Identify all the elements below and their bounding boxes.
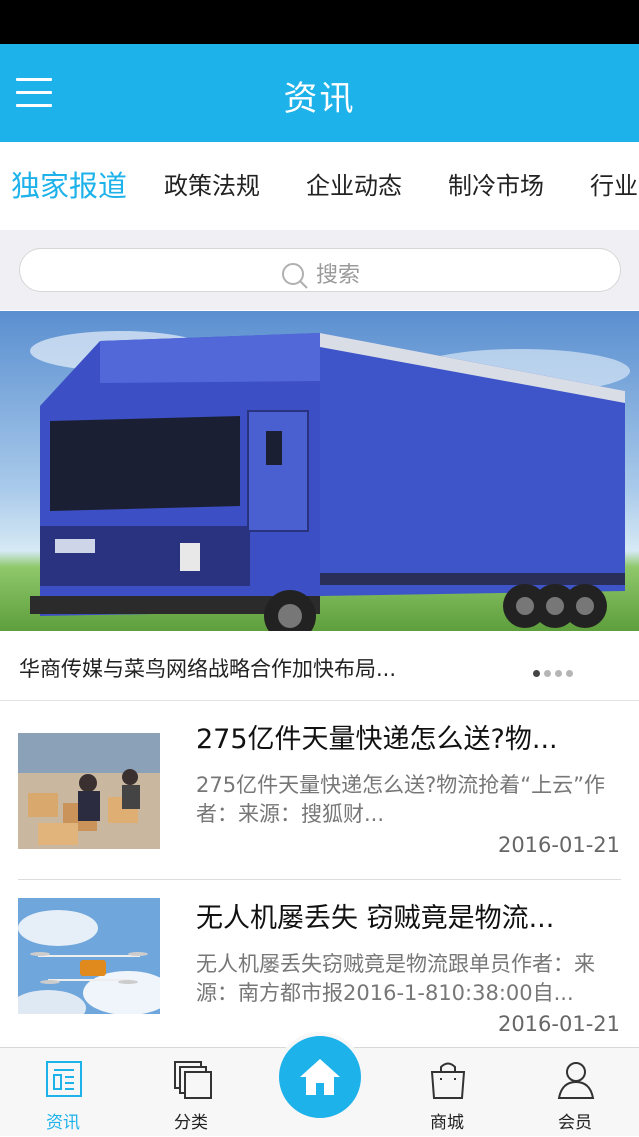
tab-company-news[interactable]: 企业动态	[306, 166, 402, 201]
tab-policy[interactable]: 政策法规	[164, 166, 260, 201]
news-title: 无人机屡丢失 窃贼竟是物流...	[196, 903, 555, 934]
tabbar-member[interactable]: 会员	[530, 1048, 620, 1137]
news-title: 275亿件天量快递怎么送?物...	[196, 724, 558, 755]
parcels-photo	[18, 733, 160, 849]
search-area: 搜索	[0, 230, 639, 310]
tab-industry[interactable]: 行业	[590, 166, 638, 201]
user-icon	[557, 1062, 595, 1099]
carousel-dot[interactable]	[566, 670, 573, 677]
tabbar-label: 资讯	[46, 1113, 80, 1133]
search-input[interactable]: 搜索	[19, 248, 621, 292]
banner-caption[interactable]: 华商传媒与菜鸟网络战略合作加快布局...	[0, 631, 639, 701]
news-list-item[interactable]: 275亿件天量快递怎么送?物... 275亿件天量快递怎么送?物流抢着“上云”作…	[0, 701, 639, 879]
carousel-dot[interactable]	[544, 670, 551, 677]
tabbar-label: 分类	[174, 1113, 208, 1133]
home-button[interactable]	[275, 1032, 365, 1122]
carousel-indicator	[529, 662, 573, 681]
page-title: 资讯	[283, 79, 356, 119]
carousel-dot[interactable]	[555, 670, 562, 677]
tabbar-label: 会员	[558, 1113, 592, 1133]
home-icon	[300, 1059, 340, 1095]
tabbar-news[interactable]: 资讯	[18, 1048, 108, 1137]
banner-caption-text: 华商传媒与菜鸟网络战略合作加快布局...	[19, 657, 397, 681]
news-icon	[46, 1061, 82, 1097]
news-thumbnail	[18, 898, 160, 1014]
search-placeholder: 搜索	[315, 263, 360, 288]
drone-photo	[18, 898, 160, 1014]
news-summary: 275亿件天量快递怎么送?物流抢着“上云”作者：来源：搜狐财...	[196, 773, 605, 826]
news-date: 2016-01-21	[497, 833, 620, 857]
news-date: 2016-01-21	[497, 1012, 620, 1036]
app-header: 资讯	[0, 44, 639, 142]
shopping-bag-icon	[430, 1062, 466, 1099]
tabbar-category[interactable]: 分类	[146, 1048, 236, 1137]
category-icon	[174, 1061, 212, 1099]
carousel-dot[interactable]	[533, 670, 540, 677]
banner-image-truck[interactable]	[0, 311, 639, 631]
news-summary: 无人机屡丢失窃贼竟是物流跟单员作者：来源：南方都市报2016-1-810:38:…	[196, 952, 595, 1005]
tabbar-mall[interactable]: 商城	[402, 1048, 492, 1137]
search-icon	[281, 263, 308, 289]
status-bar	[0, 0, 639, 44]
tab-refrigeration-market[interactable]: 制冷市场	[448, 166, 544, 201]
news-thumbnail	[18, 733, 160, 849]
category-tabs: 独家报道 政策法规 企业动态 制冷市场 行业	[0, 142, 639, 230]
truck-illustration	[30, 331, 630, 631]
tab-exclusive[interactable]: 独家报道	[11, 163, 127, 205]
tabbar-label: 商城	[430, 1113, 464, 1133]
